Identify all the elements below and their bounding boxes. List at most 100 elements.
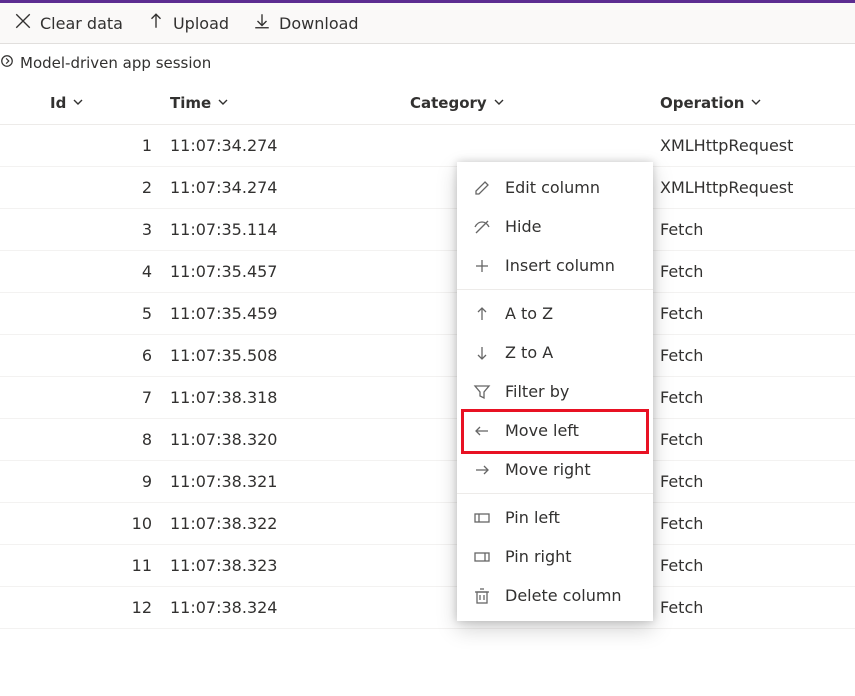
menu-delete-column[interactable]: Delete column xyxy=(457,576,653,615)
table-row[interactable]: 711:07:38.318Fetch xyxy=(0,377,855,419)
column-header-id[interactable]: Id xyxy=(50,82,170,125)
table-row[interactable]: 411:07:35.457 Fetch xyxy=(0,251,855,293)
close-icon xyxy=(14,12,32,34)
cell-time: 11:07:34.274 xyxy=(170,125,410,167)
cell-id: 5 xyxy=(50,293,170,335)
cell-operation: Fetch xyxy=(660,545,855,587)
cell-id: 2 xyxy=(50,167,170,209)
cell-time: 11:07:35.114 xyxy=(170,209,410,251)
menu-sort-za-label: Z to A xyxy=(505,343,553,362)
table-row[interactable]: 1011:07:38.322Fetch xyxy=(0,503,855,545)
cell-id: 11 xyxy=(50,545,170,587)
table-row[interactable]: 111:07:34.274 XMLHttpRequest xyxy=(0,125,855,167)
cell-operation: Fetch xyxy=(660,461,855,503)
data-table: Id Time Category Operation xyxy=(0,82,855,629)
toolbar: Clear data Upload Download xyxy=(0,3,855,44)
menu-move-right[interactable]: Move right xyxy=(457,450,653,489)
table-row[interactable]: 1211:07:38.324 Fetch xyxy=(0,587,855,629)
chevron-down-icon xyxy=(493,94,505,112)
menu-hide-label: Hide xyxy=(505,217,541,236)
arrow-left-icon xyxy=(473,422,491,440)
menu-move-left-label: Move left xyxy=(505,421,579,440)
menu-move-left[interactable]: Move left xyxy=(457,411,653,450)
table-row[interactable]: 611:07:35.508 Fetch xyxy=(0,335,855,377)
column-header-time[interactable]: Time xyxy=(170,82,410,125)
table-row[interactable]: 311:07:35.114Fetch xyxy=(0,209,855,251)
table-body: 111:07:34.274XMLHttpRequest211:07:34.274… xyxy=(0,125,855,629)
column-header-operation[interactable]: Operation xyxy=(660,82,855,125)
menu-edit-column[interactable]: Edit column xyxy=(457,168,653,207)
upload-button[interactable]: Upload xyxy=(147,12,229,34)
pin-left-icon xyxy=(473,509,491,527)
menu-pin-left-label: Pin left xyxy=(505,508,560,527)
cell-operation: XMLHttpRequest xyxy=(660,167,855,209)
column-category-label: Category xyxy=(410,94,487,112)
menu-filter-by[interactable]: Filter by xyxy=(457,372,653,411)
cell-operation: Fetch xyxy=(660,251,855,293)
plus-icon xyxy=(473,257,491,275)
arrow-up-icon xyxy=(473,305,491,323)
clear-data-button[interactable]: Clear data xyxy=(14,12,123,34)
menu-edit-label: Edit column xyxy=(505,178,600,197)
download-icon xyxy=(253,12,271,34)
menu-pin-right-label: Pin right xyxy=(505,547,572,566)
cell-category xyxy=(410,125,660,167)
chevron-down-icon xyxy=(72,94,84,112)
menu-pin-left[interactable]: Pin left xyxy=(457,498,653,537)
cell-operation: Fetch xyxy=(660,419,855,461)
arrow-down-icon xyxy=(473,344,491,362)
menu-move-right-label: Move right xyxy=(505,460,591,479)
column-time-label: Time xyxy=(170,94,211,112)
chevron-right-icon xyxy=(0,54,14,72)
cell-operation: XMLHttpRequest xyxy=(660,125,855,167)
menu-hide[interactable]: Hide xyxy=(457,207,653,246)
table-row[interactable]: 211:07:34.274 XMLHttpRequest xyxy=(0,167,855,209)
download-label: Download xyxy=(279,14,359,33)
column-header-category[interactable]: Category xyxy=(410,82,660,125)
breadcrumb-label: Model-driven app session xyxy=(20,54,211,72)
cell-operation: Fetch xyxy=(660,587,855,629)
cell-id: 1 xyxy=(50,125,170,167)
cell-id: 6 xyxy=(50,335,170,377)
menu-sort-za[interactable]: Z to A xyxy=(457,333,653,372)
table-row[interactable]: 1111:07:38.323Fetch xyxy=(0,545,855,587)
arrow-right-icon xyxy=(473,461,491,479)
cell-time: 11:07:38.321 xyxy=(170,461,410,503)
filter-icon xyxy=(473,383,491,401)
upload-label: Upload xyxy=(173,14,229,33)
trash-icon xyxy=(473,587,491,605)
menu-insert-column[interactable]: Insert column xyxy=(457,246,653,285)
table-row[interactable]: 911:07:38.321 Fetch xyxy=(0,461,855,503)
column-operation-label: Operation xyxy=(660,94,744,112)
column-context-menu: Edit column Hide Insert column A to Z xyxy=(457,162,653,621)
menu-sort-az[interactable]: A to Z xyxy=(457,294,653,333)
download-button[interactable]: Download xyxy=(253,12,359,34)
column-id-label: Id xyxy=(50,94,66,112)
menu-insert-label: Insert column xyxy=(505,256,615,275)
cell-id: 4 xyxy=(50,251,170,293)
menu-pin-right[interactable]: Pin right xyxy=(457,537,653,576)
cell-time: 11:07:38.320 xyxy=(170,419,410,461)
cell-id: 12 xyxy=(50,587,170,629)
hide-icon xyxy=(473,218,491,236)
cell-time: 11:07:38.322 xyxy=(170,503,410,545)
breadcrumb: Model-driven app session xyxy=(0,44,855,82)
cell-time: 11:07:35.457 xyxy=(170,251,410,293)
menu-sort-az-label: A to Z xyxy=(505,304,553,323)
cell-operation: Fetch xyxy=(660,377,855,419)
menu-divider xyxy=(457,493,653,494)
pencil-icon xyxy=(473,179,491,197)
cell-operation: Fetch xyxy=(660,503,855,545)
cell-id: 9 xyxy=(50,461,170,503)
cell-time: 11:07:38.318 xyxy=(170,377,410,419)
cell-time: 11:07:35.459 xyxy=(170,293,410,335)
pin-right-icon xyxy=(473,548,491,566)
table-row[interactable]: 511:07:35.459Fetch xyxy=(0,293,855,335)
cell-time: 11:07:35.508 xyxy=(170,335,410,377)
cell-operation: Fetch xyxy=(660,335,855,377)
chevron-down-icon xyxy=(217,94,229,112)
table-row[interactable]: 811:07:38.320Fetch xyxy=(0,419,855,461)
cell-time: 11:07:34.274 xyxy=(170,167,410,209)
cell-time: 11:07:38.324 xyxy=(170,587,410,629)
clear-data-label: Clear data xyxy=(40,14,123,33)
